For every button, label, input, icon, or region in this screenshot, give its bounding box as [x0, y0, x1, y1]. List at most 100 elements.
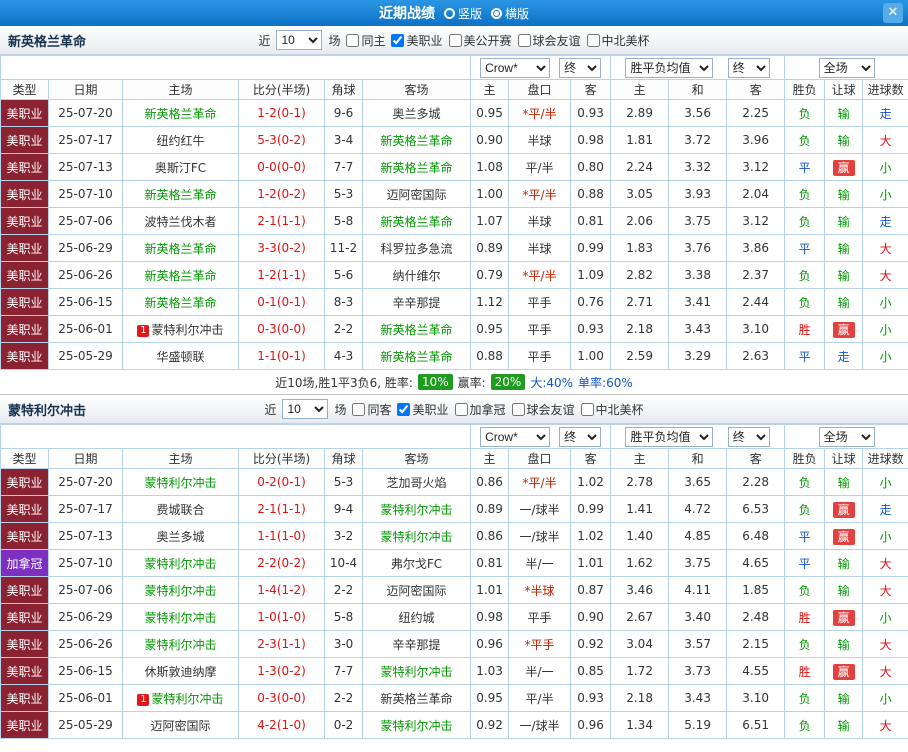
avg-odds-select[interactable]: 胜平负均值: [625, 426, 714, 447]
avg-away-cell: 3.12: [726, 207, 786, 235]
league-filter[interactable]: 同客: [352, 401, 391, 418]
layout-radio-vertical[interactable]: 竖版: [443, 5, 482, 22]
handicap-cell: 半球: [508, 207, 572, 235]
league-filter[interactable]: 中北美杯: [586, 32, 650, 49]
league-filter-checkbox[interactable]: [580, 402, 594, 416]
scope-select[interactable]: 全场: [818, 57, 875, 78]
date-cell: 25-06-26: [48, 630, 123, 658]
league-filter[interactable]: 美公开赛: [448, 32, 512, 49]
league-cell: 美职业: [0, 495, 49, 523]
match-row: 美职业 25-05-29 华盛顿联 1-1(0-1) 4-3 新英格兰革命 0.88 平手 1.…: [0, 342, 908, 370]
radio-label: 竖版: [457, 6, 482, 21]
corners-cell: 4-3: [324, 342, 363, 370]
league-filter[interactable]: 球会友谊: [511, 401, 575, 418]
league-filter[interactable]: 球会友谊: [517, 32, 581, 49]
match-count-select[interactable]: 10: [282, 399, 329, 419]
league-filter[interactable]: 美职业: [397, 401, 449, 418]
match-row: 美职业 25-07-06 波特兰伐木者 2-1(1-1) 5-8 新英格兰革命 1.07 半球…: [0, 207, 908, 235]
result-cell: 负: [784, 630, 826, 658]
result-cell: 负: [784, 711, 826, 739]
result-cell: 平: [784, 342, 826, 370]
odds-away-cell: 0.80: [570, 153, 612, 181]
home-team-cell: 1 蒙特利尔冲击: [122, 684, 239, 712]
corners-cell: 3-4: [324, 126, 363, 154]
avg-home-cell: 2.78: [610, 468, 670, 496]
corners-cell: 7-7: [324, 153, 363, 181]
league-filter-checkbox[interactable]: [517, 33, 531, 47]
corners-cell: 11-2: [324, 234, 363, 262]
match-row: 美职业 25-05-29 迈阿密国际 4-2(1-0) 0-2 蒙特利尔冲击 0.92 一/球…: [0, 711, 908, 739]
league-filter-checkbox[interactable]: [346, 33, 360, 47]
league-filter[interactable]: 加拿冠: [454, 401, 506, 418]
handicap-cell: 平/半: [508, 684, 572, 712]
league-cell: 美职业: [0, 468, 49, 496]
home-team-cell: 蒙特利尔冲击: [122, 630, 239, 658]
close-icon[interactable]: ✕: [883, 3, 903, 23]
league-filter-checkbox[interactable]: [397, 402, 411, 416]
odds-company-select[interactable]: Crow*: [480, 57, 551, 78]
away-team-cell: 新英格兰革命: [361, 684, 472, 712]
layout-radio-horizontal[interactable]: 横版: [491, 5, 529, 22]
home-team-cell: 新英格兰革命: [122, 234, 239, 262]
league-filter-checkbox[interactable]: [511, 402, 525, 416]
handicap-cell: *平/半: [508, 468, 572, 496]
col-handicap-result: 让球: [824, 79, 864, 100]
summary-part: 单率:60%: [578, 375, 633, 390]
scope-dropdown-cell: 全场: [784, 424, 908, 449]
avg-home-cell: 2.59: [610, 342, 670, 370]
odds-stage-select[interactable]: 终: [559, 57, 602, 78]
scope-select[interactable]: 全场: [818, 426, 875, 447]
date-cell: 25-07-06: [48, 576, 123, 604]
league-filter[interactable]: 中北美杯: [580, 401, 644, 418]
avg-stage-select[interactable]: 终: [727, 426, 770, 447]
home-team-cell: 费城联合: [122, 495, 239, 523]
odds-away-cell: 0.90: [570, 603, 612, 631]
avg-draw-cell: 3.73: [668, 657, 728, 685]
odds-away-cell: 0.99: [570, 234, 612, 262]
radio-icon[interactable]: [443, 7, 455, 19]
league-filter[interactable]: 同主: [346, 32, 385, 49]
avg-home-cell: 2.82: [610, 261, 670, 289]
league-filter-checkbox[interactable]: [586, 33, 600, 47]
team-header: 蒙特利尔冲击 近 10 场 同客 美职业 加拿冠 球会友谊 中北美杯: [0, 395, 908, 424]
league-filter-checkbox[interactable]: [352, 402, 366, 416]
match-row: 美职业 25-06-29 新英格兰革命 3-3(0-2) 11-2 科罗拉多急流 0.89 半…: [0, 234, 908, 262]
col-handicap-result: 让球: [824, 448, 864, 469]
result-cell: 负: [784, 684, 826, 712]
odds-stage-select[interactable]: 终: [559, 426, 602, 447]
date-cell: 25-06-01: [48, 684, 123, 712]
home-team-cell: 新英格兰革命: [122, 288, 239, 316]
team1-matches-table: Crow* 终 胜平负均值 终 全场 类型 日期 主场 比分(半场) 角球 客场…: [0, 55, 908, 370]
league-cell: 美职业: [0, 288, 49, 316]
league-filter-checkbox[interactable]: [454, 402, 468, 416]
corners-cell: 5-6: [324, 261, 363, 289]
league-filter-label: 加拿冠: [469, 402, 506, 417]
match-row: 美职业 25-06-29 蒙特利尔冲击 1-0(1-0) 5-8 纽约城 0.98 平手 0.9…: [0, 603, 908, 631]
avg-draw-cell: 3.43: [668, 684, 728, 712]
match-count-select[interactable]: 10: [276, 30, 323, 50]
home-team-cell: 华盛顿联: [122, 342, 239, 370]
match-row: 美职业 25-07-13 奥斯汀FC 0-0(0-0) 7-7 新英格兰革命 1.08 平/半…: [0, 153, 908, 181]
away-team-cell: 新英格兰革命: [361, 126, 472, 154]
avg-stage-select[interactable]: 终: [727, 57, 770, 78]
odds-home-cell: 0.88: [470, 342, 510, 370]
league-filter-label: 美职业: [406, 33, 443, 48]
league-filter-checkbox[interactable]: [448, 33, 462, 47]
score-cell: 0-1(0-1): [238, 288, 325, 316]
avg-odds-select[interactable]: 胜平负均值: [625, 57, 714, 78]
result-cell: 负: [784, 180, 826, 208]
match-row: 美职业 25-07-06 蒙特利尔冲击 1-4(1-2) 2-2 迈阿密国际 1.01 *半球…: [0, 576, 908, 604]
league-filter-checkbox[interactable]: [391, 33, 405, 47]
odds-away-cell: 0.87: [570, 576, 612, 604]
team-section-1: 新英格兰革命 近 10 场同主 美职业 美公开赛 球会友谊 中北美杯 Crow* 终: [0, 26, 908, 395]
handicap-result-cell: 赢: [824, 315, 864, 343]
odds-company-select[interactable]: Crow*: [480, 426, 551, 447]
radio-icon[interactable]: [491, 7, 502, 19]
corners-cell: 5-3: [324, 180, 363, 208]
team-name: 蒙特利尔冲击: [8, 403, 87, 419]
odds-away-cell: 1.01: [570, 549, 612, 577]
league-filter[interactable]: 美职业: [391, 32, 443, 49]
avg-home-cell: 2.89: [610, 99, 670, 127]
league-cell: 加拿冠: [0, 549, 49, 577]
odds-home-cell: 0.89: [470, 495, 510, 523]
